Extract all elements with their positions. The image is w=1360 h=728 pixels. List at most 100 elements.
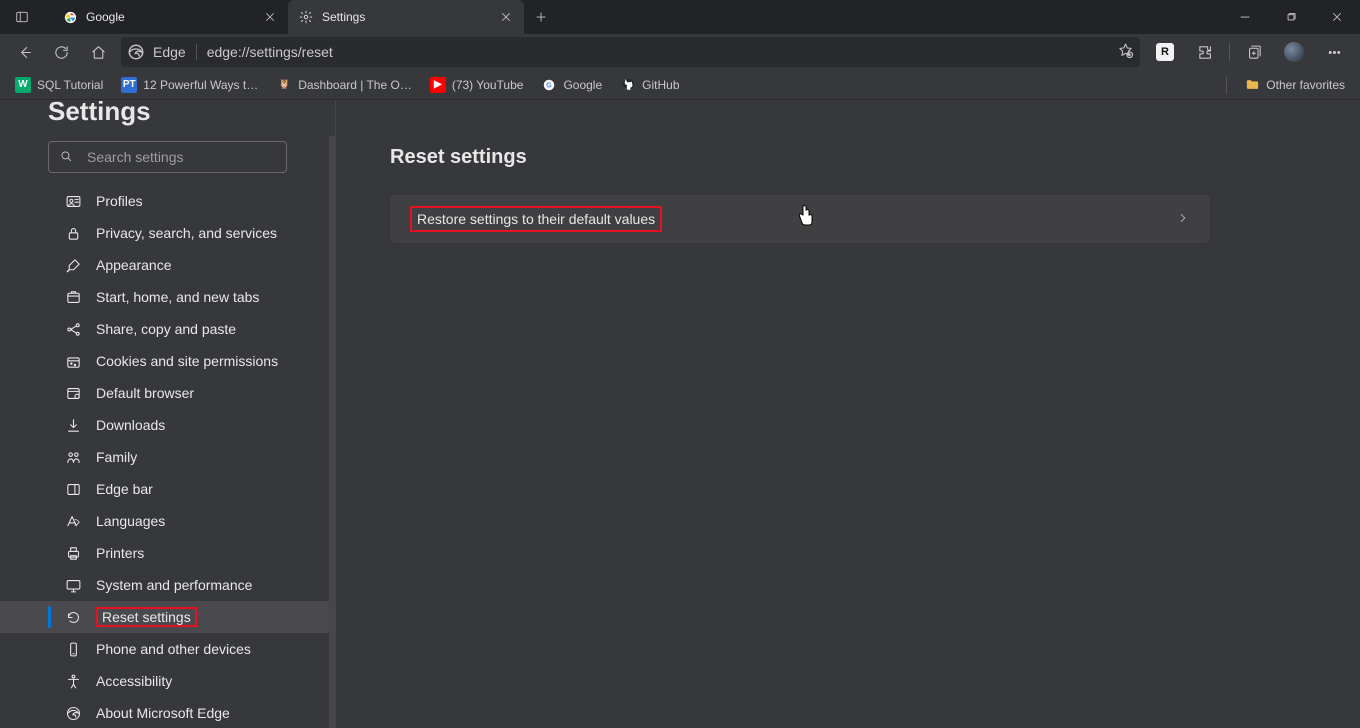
tab-settings[interactable]: Settings bbox=[288, 0, 524, 34]
tab-close-button[interactable] bbox=[498, 9, 514, 25]
family-icon bbox=[64, 449, 82, 466]
sidebar-item-a11y[interactable]: Accessibility bbox=[0, 665, 335, 697]
home-button[interactable] bbox=[80, 37, 116, 67]
settings-heading: Settings bbox=[48, 100, 335, 127]
bookmark-icon: PT bbox=[121, 77, 137, 93]
close-icon bbox=[499, 10, 513, 24]
search-settings-field[interactable] bbox=[85, 148, 276, 166]
other-favorites-label: Other favorites bbox=[1266, 78, 1345, 92]
sidebar-item-languages[interactable]: Languages bbox=[0, 505, 335, 537]
search-icon bbox=[59, 149, 73, 166]
printer-icon bbox=[64, 545, 82, 562]
sidebar-item-appearance[interactable]: Appearance bbox=[0, 249, 335, 281]
refresh-icon bbox=[53, 44, 70, 61]
sidebar-item-label: Default browser bbox=[96, 385, 194, 401]
app-menu-button[interactable] bbox=[1314, 37, 1354, 67]
sidebar-item-default[interactable]: Default browser bbox=[0, 377, 335, 409]
sidebar-scrollbar[interactable] bbox=[329, 136, 335, 728]
new-tab-button[interactable] bbox=[524, 0, 558, 34]
sidebar-item-profiles[interactable]: Profiles bbox=[0, 185, 335, 217]
sidebar-item-reset[interactable]: Reset settings bbox=[0, 601, 335, 633]
sidebar-item-label: Languages bbox=[96, 513, 165, 529]
bookmark-label: Google bbox=[563, 78, 602, 92]
tab-title: Settings bbox=[322, 10, 490, 24]
avatar-icon bbox=[1284, 42, 1304, 62]
sidebar-item-label: System and performance bbox=[96, 577, 252, 593]
close-icon bbox=[1330, 10, 1344, 24]
sidebar-item-label: Cookies and site permissions bbox=[96, 353, 278, 369]
lang-icon bbox=[64, 513, 82, 530]
address-bar[interactable]: Edge edge://settings/reset bbox=[121, 37, 1140, 67]
bookmark-icon: ▶ bbox=[430, 77, 446, 93]
bookmark-sql-tutorial[interactable]: W SQL Tutorial bbox=[6, 77, 112, 93]
svg-text:G: G bbox=[547, 82, 553, 89]
minimize-icon bbox=[1238, 10, 1252, 24]
chevron-right-icon bbox=[1176, 211, 1190, 228]
favorite-button[interactable] bbox=[1117, 42, 1134, 62]
bookmark-google[interactable]: G Google bbox=[532, 77, 611, 93]
close-icon bbox=[263, 10, 277, 24]
tab-actions-button[interactable] bbox=[0, 0, 44, 34]
bookmark-label: (73) YouTube bbox=[452, 78, 524, 92]
restore-defaults-card[interactable]: Restore settings to their default values bbox=[390, 195, 1210, 243]
refresh-button[interactable] bbox=[43, 37, 79, 67]
cookie-icon bbox=[64, 353, 82, 370]
edge-icon bbox=[127, 43, 145, 61]
sidebar-item-about[interactable]: About Microsoft Edge bbox=[0, 697, 335, 728]
download-icon bbox=[64, 417, 82, 434]
star-plus-icon bbox=[1117, 42, 1134, 59]
sidebar-item-privacy[interactable]: Privacy, search, and services bbox=[0, 217, 335, 249]
system-icon bbox=[64, 577, 82, 594]
bookmark-icon: 🦉 bbox=[276, 77, 292, 93]
collections-button[interactable] bbox=[1234, 37, 1274, 67]
sidebar-item-share[interactable]: Share, copy and paste bbox=[0, 313, 335, 345]
bookmark-label: GitHub bbox=[642, 78, 679, 92]
window-minimize-button[interactable] bbox=[1222, 0, 1268, 34]
window-restore-button[interactable] bbox=[1268, 0, 1314, 34]
profile-icon bbox=[64, 193, 82, 210]
sidebar-item-label: Printers bbox=[96, 545, 144, 561]
arrow-left-icon bbox=[16, 44, 33, 61]
panel-icon bbox=[15, 10, 29, 24]
profile-button[interactable] bbox=[1274, 37, 1314, 67]
bookmark-label: 12 Powerful Ways t… bbox=[143, 78, 258, 92]
sidebar-item-label: Appearance bbox=[96, 257, 172, 273]
edge-icon bbox=[64, 705, 82, 722]
other-favorites-button[interactable]: Other favorites bbox=[1235, 77, 1354, 93]
bookmark-icon: G bbox=[541, 77, 557, 93]
lock-icon bbox=[64, 225, 82, 242]
url-text: edge://settings/reset bbox=[207, 44, 1117, 60]
divider bbox=[1226, 76, 1227, 94]
sidebar-item-cookies[interactable]: Cookies and site permissions bbox=[0, 345, 335, 377]
panel-icon bbox=[64, 481, 82, 498]
sidebar-item-label: Start, home, and new tabs bbox=[96, 289, 259, 305]
window-close-button[interactable] bbox=[1314, 0, 1360, 34]
sidebar-item-start[interactable]: Start, home, and new tabs bbox=[0, 281, 335, 313]
sidebar-item-edgebar[interactable]: Edge bar bbox=[0, 473, 335, 505]
bookmark-github[interactable]: GitHub bbox=[611, 77, 688, 93]
spacer bbox=[44, 0, 52, 34]
puzzle-icon bbox=[1197, 44, 1214, 61]
sidebar-item-phone[interactable]: Phone and other devices bbox=[0, 633, 335, 665]
extensions-button[interactable] bbox=[1185, 37, 1225, 67]
bookmark-dashboard[interactable]: 🦉 Dashboard | The O… bbox=[267, 77, 421, 93]
bookmark-powerful-ways[interactable]: PT 12 Powerful Ways t… bbox=[112, 77, 267, 93]
sidebar-item-printers[interactable]: Printers bbox=[0, 537, 335, 569]
divider bbox=[1229, 43, 1230, 61]
ext-r-button[interactable]: R bbox=[1145, 37, 1185, 67]
sidebar-item-label: Downloads bbox=[96, 417, 165, 433]
identity-label: Edge bbox=[153, 44, 186, 60]
back-button[interactable] bbox=[6, 37, 42, 67]
sidebar-item-label: Edge bar bbox=[96, 481, 153, 497]
sidebar-item-downloads[interactable]: Downloads bbox=[0, 409, 335, 441]
sidebar-item-system[interactable]: System and performance bbox=[0, 569, 335, 601]
tab-google[interactable]: Google bbox=[52, 0, 288, 34]
bookmark-youtube[interactable]: ▶ (73) YouTube bbox=[421, 77, 533, 93]
phone-icon bbox=[64, 641, 82, 658]
bookmark-icon: W bbox=[15, 77, 31, 93]
tab-close-button[interactable] bbox=[262, 9, 278, 25]
search-settings-input[interactable] bbox=[48, 141, 287, 173]
plus-icon bbox=[534, 10, 548, 24]
sidebar-item-family[interactable]: Family bbox=[0, 441, 335, 473]
gear-favicon-icon bbox=[298, 9, 314, 25]
